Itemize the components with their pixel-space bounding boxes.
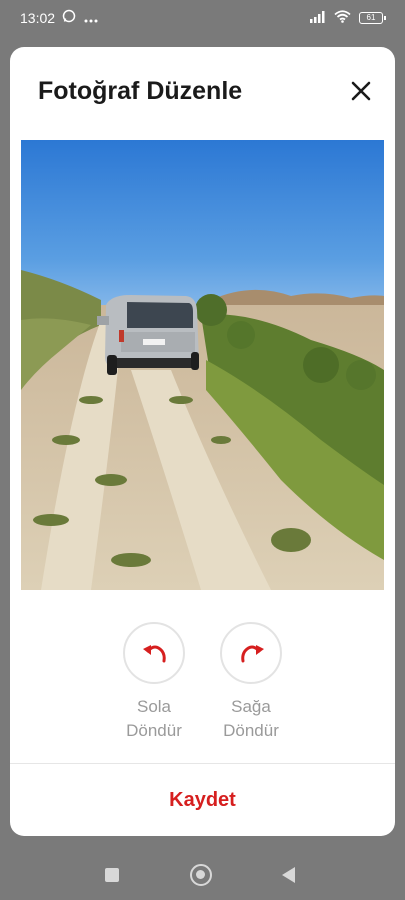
close-button[interactable] (347, 77, 375, 105)
whatsapp-icon (62, 9, 76, 26)
status-bar: 13:02 61 (0, 0, 405, 36)
save-button[interactable]: Kaydet (10, 764, 395, 836)
battery-icon: 61 (359, 12, 386, 24)
photo-preview (21, 140, 384, 590)
wifi-icon (334, 10, 351, 26)
back-triangle-icon[interactable] (282, 867, 295, 883)
rotate-right-label: Sağa Döndür (223, 697, 279, 740)
rotate-right-circle[interactable] (220, 622, 282, 684)
signal-icon (310, 10, 326, 26)
rotate-left-label: Sola Döndür (126, 697, 182, 740)
home-circle-icon[interactable] (190, 864, 212, 886)
rotate-left-button[interactable]: Sola Döndür (114, 622, 194, 743)
rotate-left-circle[interactable] (123, 622, 185, 684)
dialog-title: Fotoğraf Düzenle (38, 77, 243, 105)
photo-edit-dialog: Fotoğraf Düzenle Sola Döndür Sağa Döndür… (10, 47, 395, 836)
status-time: 13:02 (20, 10, 56, 26)
close-icon (351, 81, 371, 101)
rotate-left-icon (143, 645, 166, 663)
rotate-right-button[interactable]: Sağa Döndür (211, 622, 291, 743)
navigation-bar (0, 846, 405, 900)
recents-square-icon[interactable] (105, 868, 119, 882)
rotate-right-icon (241, 645, 264, 663)
more-dots-icon (84, 10, 98, 26)
